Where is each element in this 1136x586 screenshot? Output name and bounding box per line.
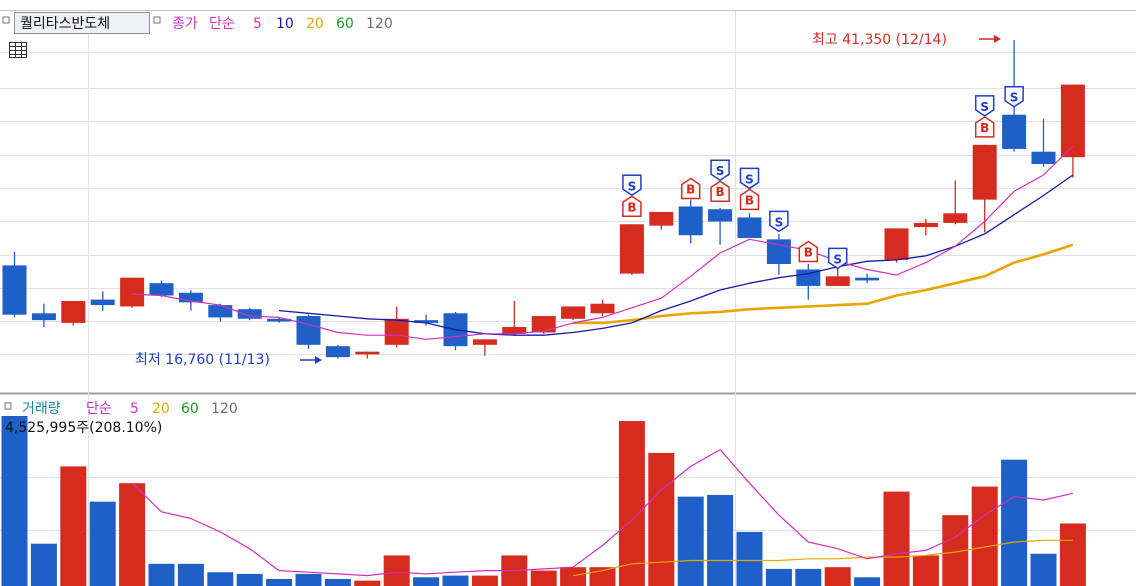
volume-bar — [971, 486, 998, 586]
candle-body — [708, 209, 733, 222]
candle-body — [237, 309, 262, 319]
volume-bar — [207, 572, 234, 586]
volume-bar — [471, 575, 498, 586]
volume-bar — [824, 567, 851, 586]
volume-ma-type: 단순 — [86, 401, 112, 417]
sell-signal-label: S — [775, 215, 784, 229]
price-label: 종가 — [172, 16, 198, 32]
legend-toggle-icon[interactable] — [4, 402, 12, 410]
volume-bar — [148, 563, 175, 586]
candle-body — [1002, 114, 1027, 149]
volume-bar — [413, 577, 440, 586]
candle-body — [61, 300, 86, 323]
volume-bar — [1059, 523, 1086, 586]
volume-bar — [883, 491, 910, 586]
ma-period-20[interactable]: 20 — [306, 16, 324, 32]
candle-body — [120, 277, 145, 307]
ma-type-label: 단순 — [209, 16, 235, 32]
candle-body — [649, 211, 674, 226]
volume-bar — [677, 496, 704, 586]
candle-body — [855, 277, 880, 281]
candle-body — [737, 217, 762, 238]
volume-bar — [618, 421, 645, 586]
volume-bar — [707, 494, 734, 586]
legend-toggle-icon[interactable] — [153, 16, 161, 24]
candle-body — [678, 206, 703, 236]
candle-body — [943, 213, 968, 223]
volume-bar — [560, 567, 587, 586]
volume-bar — [854, 577, 881, 586]
volume-ma-period-20[interactable]: 20 — [152, 401, 170, 417]
stock-name: 퀄리타스반도체 — [20, 16, 110, 32]
volume-bar — [765, 568, 792, 586]
candle-body — [296, 316, 321, 345]
buy-signal-label: B — [627, 200, 636, 214]
candle-body — [325, 346, 350, 358]
stock-chart[interactable]: SBBSBSBSB SSBS 퀄리타스반도체 종가 단순 5 10 20 60 1… — [0, 0, 1136, 586]
candle-body — [1031, 151, 1056, 165]
sell-signal-label: S — [1010, 91, 1019, 105]
ma-period-5[interactable]: 5 — [253, 16, 262, 32]
ma-period-120[interactable]: 120 — [366, 16, 393, 32]
buy-signal-label: B — [745, 193, 754, 207]
ma-period-60[interactable]: 60 — [336, 16, 354, 32]
candle-body — [31, 313, 56, 321]
candle-body — [2, 265, 27, 315]
buy-signal-label: B — [716, 185, 725, 199]
candle-body — [472, 339, 497, 345]
buy-signal-label: B — [804, 245, 813, 259]
volume-bar — [236, 573, 263, 586]
volume-ma-period-120[interactable]: 120 — [211, 401, 238, 417]
candle-body — [384, 318, 409, 345]
legend-toggle-icon[interactable] — [2, 16, 10, 24]
sell-signal-label: S — [628, 179, 637, 193]
high-annotation: 최고 41,350 (12/14) — [812, 32, 947, 48]
volume-bar — [1030, 553, 1057, 586]
buy-signal-label: B — [980, 121, 989, 135]
volume-bar — [60, 466, 87, 586]
sell-signal-label: S — [833, 252, 842, 266]
volume-bar — [295, 573, 322, 586]
low-annotation: 최저 16,760 (11/13) — [135, 352, 270, 368]
volume-title: 거래량 — [22, 401, 61, 417]
sell-signal-label: S — [745, 172, 754, 186]
candle-body — [913, 222, 938, 228]
ma-period-10[interactable]: 10 — [276, 16, 294, 32]
candle-body — [972, 144, 997, 200]
volume-ma-period-5[interactable]: 5 — [130, 401, 139, 417]
volume-bar — [354, 580, 381, 586]
volume-bar — [530, 570, 557, 586]
candle-body — [884, 228, 909, 260]
volume-bar — [912, 555, 939, 586]
volume-current-value: 4,525,995주(208.10%) — [5, 420, 162, 436]
candle-body — [531, 316, 556, 333]
volume-bar — [736, 531, 763, 586]
candle-body — [149, 283, 174, 296]
volume-bar — [89, 501, 116, 586]
volume-bar — [1, 416, 28, 586]
volume-bar — [30, 543, 57, 586]
volume-ma-period-60[interactable]: 60 — [181, 401, 199, 417]
table-icon[interactable] — [9, 42, 27, 58]
volume-bar — [383, 555, 410, 586]
volume-bar — [119, 483, 146, 586]
sell-signal-label: S — [716, 164, 725, 178]
candle-body — [355, 351, 380, 355]
candle-body — [90, 299, 115, 306]
volume-bar — [442, 575, 469, 586]
candle-body — [208, 305, 233, 318]
candle-body — [561, 306, 586, 319]
volume-bar — [1001, 459, 1028, 586]
volume-bar — [177, 563, 204, 586]
candle-body — [825, 276, 850, 286]
volume-bar — [795, 568, 822, 586]
volume-bar — [648, 452, 675, 586]
volume-bar — [266, 578, 293, 586]
candle-body — [619, 224, 644, 274]
sell-signal-label: S — [980, 100, 989, 114]
buy-signal-label: B — [686, 182, 695, 196]
volume-bar — [324, 578, 351, 586]
candle-body — [590, 303, 615, 314]
